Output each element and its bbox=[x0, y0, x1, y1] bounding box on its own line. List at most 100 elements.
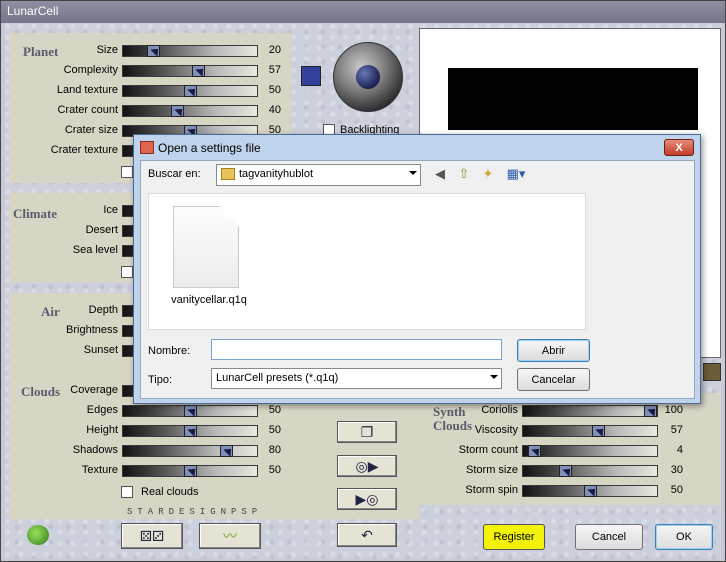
window-titlebar: LunarCell bbox=[1, 1, 725, 23]
look-in-dropdown[interactable]: tagvanityhublot bbox=[216, 164, 421, 186]
view-menu-icon[interactable]: ▦▾ bbox=[503, 165, 529, 183]
watermark-text: STARDESIGNPSP bbox=[127, 507, 263, 517]
slider-track[interactable] bbox=[122, 105, 258, 117]
slider-label: Complexity bbox=[63, 64, 118, 76]
open-settings-dialog: Open a settings file X Buscar en: tagvan… bbox=[133, 134, 701, 404]
ok-button[interactable]: OK bbox=[655, 524, 713, 550]
slider-thumb[interactable] bbox=[644, 405, 657, 417]
slider-value: 57 bbox=[268, 64, 281, 76]
slider-value: 80 bbox=[268, 444, 281, 456]
slider-thumb[interactable] bbox=[184, 85, 197, 97]
slider-track[interactable] bbox=[522, 425, 658, 437]
filename-label: Nombre: bbox=[148, 345, 191, 357]
cancel-button[interactable]: Cancel bbox=[575, 524, 643, 550]
type-label: Tipo: bbox=[148, 374, 173, 386]
slider-thumb[interactable] bbox=[184, 425, 197, 437]
slider-track[interactable] bbox=[122, 45, 258, 57]
slider-track[interactable] bbox=[122, 85, 258, 97]
slider-track[interactable] bbox=[522, 485, 658, 497]
slider-thumb[interactable] bbox=[184, 405, 197, 417]
slider-thumb[interactable] bbox=[528, 445, 541, 457]
slider-value: 4 bbox=[676, 444, 683, 456]
dialog-app-icon bbox=[140, 141, 154, 154]
open-button[interactable]: Abrir bbox=[517, 339, 590, 362]
new-folder-icon[interactable]: ✦ bbox=[479, 165, 497, 183]
slider-value: 100 bbox=[664, 404, 683, 416]
slider-track[interactable] bbox=[522, 445, 658, 457]
slider-thumb[interactable] bbox=[220, 445, 233, 457]
slider-track[interactable] bbox=[122, 405, 258, 417]
look-in-value: tagvanityhublot bbox=[239, 168, 313, 180]
save-disk-icon: ▶◎ bbox=[355, 490, 379, 507]
undo-icon: ↶ bbox=[361, 526, 373, 543]
slider-label: Storm size bbox=[466, 464, 518, 476]
register-button[interactable]: Register bbox=[483, 524, 545, 550]
dialog-cancel-button[interactable]: Cancelar bbox=[517, 368, 590, 391]
main-window: LunarCell Planet Climate Air Clouds Synt… bbox=[0, 0, 726, 562]
slider-track[interactable] bbox=[122, 465, 258, 477]
slider-track[interactable] bbox=[522, 465, 658, 477]
slider-value: 30 bbox=[670, 464, 683, 476]
slider-thumb[interactable] bbox=[192, 65, 205, 77]
light-direction-globe[interactable] bbox=[333, 42, 403, 112]
reset-button[interactable]: ↶ bbox=[337, 523, 397, 547]
slider-value: 50 bbox=[268, 404, 281, 416]
up-folder-icon[interactable]: ⇧ bbox=[455, 165, 473, 183]
slider-label: Storm count bbox=[458, 444, 518, 456]
slider-track[interactable] bbox=[122, 425, 258, 437]
back-icon[interactable]: ◀ bbox=[431, 165, 449, 183]
slider-thumb[interactable] bbox=[559, 465, 572, 477]
file-type-value: LunarCell presets (*.q1q) bbox=[216, 372, 339, 384]
slider-value: 50 bbox=[670, 484, 683, 496]
look-in-label: Buscar en: bbox=[148, 168, 201, 180]
dialog-title: Open a settings file bbox=[158, 141, 261, 155]
plugin-logo-icon bbox=[27, 525, 49, 545]
slider-value: 50 bbox=[268, 424, 281, 436]
file-name: vanitycellar.q1q bbox=[171, 294, 247, 306]
real-clouds-checkbox[interactable] bbox=[121, 486, 133, 498]
wave-button[interactable]: 〰 bbox=[199, 523, 261, 549]
filename-input[interactable] bbox=[211, 339, 502, 360]
wave-icon: 〰 bbox=[223, 528, 237, 544]
slider-label: Height bbox=[86, 424, 118, 436]
copy-button[interactable]: ❐ bbox=[337, 421, 397, 443]
slider-label: Crater count bbox=[57, 104, 118, 116]
slider-value: 50 bbox=[268, 464, 281, 476]
climate-option-checkbox[interactable] bbox=[121, 266, 133, 278]
slider-thumb[interactable] bbox=[147, 45, 160, 57]
slider-value: 57 bbox=[670, 424, 683, 436]
slider-track[interactable] bbox=[122, 445, 258, 457]
slider-label: Sea level bbox=[72, 244, 118, 256]
slider-label: Crater texture bbox=[50, 144, 118, 156]
slider-thumb[interactable] bbox=[184, 465, 197, 477]
slider-thumb[interactable] bbox=[592, 425, 605, 437]
dialog-close-button[interactable]: X bbox=[664, 139, 694, 156]
load-button[interactable]: ◎▶ bbox=[337, 455, 397, 477]
slider-label: Depth bbox=[88, 304, 118, 316]
slider-value: 50 bbox=[268, 84, 281, 96]
slider-thumb[interactable] bbox=[584, 485, 597, 497]
slider-track[interactable] bbox=[122, 65, 258, 77]
save-button[interactable]: ▶◎ bbox=[337, 488, 397, 510]
file-type-dropdown[interactable]: LunarCell presets (*.q1q) bbox=[211, 368, 502, 389]
slider-label: Size bbox=[96, 44, 118, 56]
planet-option-checkbox[interactable] bbox=[121, 166, 133, 178]
slider-track[interactable] bbox=[522, 405, 658, 417]
preview-strip bbox=[703, 363, 721, 381]
slider-label: Coverage bbox=[70, 384, 118, 396]
window-title: LunarCell bbox=[7, 4, 59, 18]
file-icon bbox=[173, 206, 239, 288]
chevron-down-icon bbox=[409, 171, 417, 175]
file-item[interactable]: vanitycellar.q1q bbox=[149, 194, 269, 324]
load-disk-icon: ◎▶ bbox=[355, 457, 379, 474]
slider-label: Sunset bbox=[83, 344, 118, 356]
slider-value: 20 bbox=[268, 44, 281, 56]
slider-label: Edges bbox=[86, 404, 118, 416]
file-list: vanitycellar.q1q bbox=[148, 193, 586, 330]
slider-value: 40 bbox=[268, 104, 281, 116]
slider-label: Land texture bbox=[56, 84, 118, 96]
dialog-body: Buscar en: tagvanityhublot ◀ ⇧ ✦ ▦▾ vani… bbox=[140, 160, 695, 399]
slider-thumb[interactable] bbox=[171, 105, 184, 117]
random-button[interactable]: ⚄⚂ bbox=[121, 523, 183, 549]
planet-color-swatch[interactable] bbox=[301, 66, 321, 86]
